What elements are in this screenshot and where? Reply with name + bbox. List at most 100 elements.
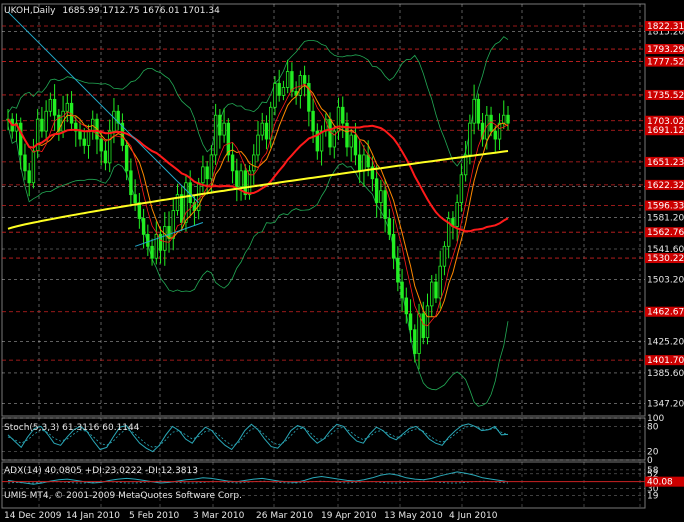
candle-body	[476, 98, 481, 124]
date-tick-label: 5 Feb 2010	[129, 511, 180, 521]
candle-body	[86, 130, 91, 146]
candle-body	[213, 114, 218, 156]
candle-body	[205, 166, 209, 180]
candle-body	[468, 122, 472, 156]
copyright-text: UMIS MT4, © 2001-2009 MetaQuotes Softwar…	[4, 491, 242, 501]
candle-body	[40, 118, 44, 132]
candle-body	[154, 233, 159, 259]
candle-body	[425, 305, 430, 339]
candle-body	[328, 118, 332, 148]
level-label: 1462.67	[647, 308, 684, 318]
candle-body	[438, 265, 442, 299]
date-tick-label: 3 Mar 2010	[193, 511, 245, 521]
candle-body	[23, 154, 27, 172]
candle-body	[99, 138, 103, 152]
level-label: 1691.12	[647, 126, 684, 136]
price-tick-label: 1581.20	[647, 214, 684, 224]
candle-body	[493, 130, 497, 140]
candle-body	[19, 122, 23, 156]
candle-body	[400, 281, 404, 299]
candle-body	[277, 83, 281, 96]
candle-body	[201, 166, 205, 184]
level-label: 1401.70	[647, 356, 684, 366]
price-tick-label: 1385.60	[647, 369, 684, 379]
adx-title: ADX(14) 40.0805 +DI:23.0222 -DI:12.3813	[4, 466, 198, 476]
pane-tick-label: 80	[647, 422, 659, 432]
candle-body	[366, 154, 370, 168]
adx-level-label: 40.08	[647, 478, 673, 488]
candle-body	[112, 110, 116, 132]
candle-body	[404, 297, 409, 315]
candle-body	[349, 134, 353, 148]
candle-body	[379, 190, 383, 204]
candle-body	[506, 114, 510, 124]
candle-body	[129, 170, 133, 196]
stoch-title: Stoch(5,3,3) 61.3116 60.1144	[4, 423, 140, 433]
candle-body	[281, 87, 286, 96]
candle-body	[442, 245, 447, 267]
candle-body	[235, 170, 239, 188]
candle-body	[31, 150, 36, 184]
candle-body	[332, 130, 336, 148]
level-label: 1793.29	[647, 45, 684, 55]
level-label: 1530.22	[647, 254, 684, 264]
level-label: 1651.23	[647, 158, 684, 168]
date-tick-label: 14 Dec 2009	[4, 511, 62, 521]
candle-body	[82, 138, 86, 146]
candle-body	[52, 98, 57, 116]
candle-body	[387, 218, 392, 235]
chart-header: UKOH,Daily 1685.99 1712.75 1676.01 1701.…	[4, 6, 220, 16]
candle-body	[383, 190, 387, 219]
candle-body	[273, 83, 277, 108]
level-label: 1596.33	[647, 202, 684, 212]
candle-body	[396, 257, 400, 283]
candle-body	[27, 170, 31, 184]
candle-body	[133, 194, 137, 204]
candle-body	[252, 154, 256, 172]
trading-chart[interactable]: 1815.201541.601503.201425.201385.601347.…	[0, 0, 684, 522]
level-label: 1777.52	[647, 58, 684, 68]
candle-body	[472, 98, 476, 124]
candle-body	[430, 281, 434, 307]
candle-body	[413, 329, 417, 354]
date-tick-label: 13 May 2010	[384, 511, 443, 521]
candle-body	[103, 150, 108, 164]
candle-body	[357, 154, 362, 172]
price-tick-label: 1347.20	[647, 399, 684, 409]
candle-body	[417, 313, 421, 354]
candle-body	[290, 71, 294, 92]
level-label: 1562.76	[647, 228, 684, 238]
date-tick-label: 26 Mar 2010	[256, 511, 313, 521]
candle-body	[226, 122, 231, 156]
candle-body	[502, 114, 506, 124]
candle-body	[459, 174, 464, 204]
candle-body	[35, 118, 40, 152]
candle-body	[285, 71, 290, 88]
candle-body	[150, 245, 154, 259]
candle-body	[239, 170, 243, 188]
candle-body	[222, 122, 226, 136]
level-label: 1822.31	[647, 22, 684, 32]
candle-body	[146, 233, 150, 247]
candle-body	[341, 106, 345, 124]
date-tick-label: 14 Jan 2010	[66, 511, 120, 521]
candle-body	[167, 226, 171, 239]
date-tick-label: 19 Apr 2010	[321, 511, 377, 521]
candle-body	[256, 134, 260, 156]
candle-body	[124, 145, 129, 172]
candle-body	[434, 281, 438, 299]
chart-background	[0, 0, 684, 522]
candle-body	[311, 110, 315, 132]
level-label: 1735.52	[647, 91, 684, 101]
candle-body	[107, 130, 112, 164]
candle-body	[374, 178, 379, 204]
candle-body	[218, 114, 222, 136]
candle-body	[78, 130, 82, 140]
candle-body	[48, 98, 53, 112]
symbol-timeframe: UKOH,Daily	[4, 6, 56, 16]
candle-body	[65, 102, 70, 112]
candle-body	[137, 202, 142, 219]
candle-body	[163, 226, 167, 251]
candle-body	[302, 75, 307, 84]
candle-body	[260, 122, 264, 136]
